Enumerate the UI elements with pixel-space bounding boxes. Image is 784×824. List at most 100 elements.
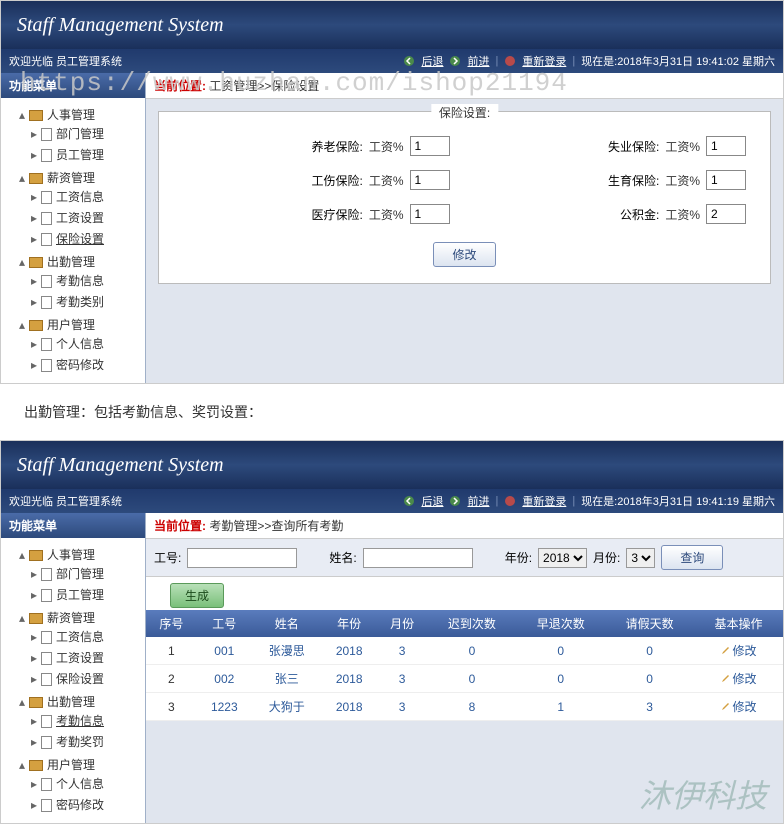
tree-folder-label[interactable]: 人事管理 [47,548,95,562]
tree-item[interactable]: ▸员工管理 [29,584,141,605]
tree-folder[interactable]: ▴ 用户管理▸个人信息▸密码修改 [17,754,141,817]
tree-item-label[interactable]: 保险设置 [56,232,104,246]
medical-unit: 工资% [369,206,404,223]
unemployment-unit: 工资% [665,138,700,155]
table-header: 月份 [377,610,428,637]
tree-item[interactable]: ▸考勤类别 [29,291,141,312]
pension-input[interactable] [410,136,450,156]
topbar: 欢迎光临 员工管理系统 后退 前进 | 重新登录 | 现在是:2018年3月31… [1,49,783,73]
tree-item[interactable]: ▸密码修改 [29,354,141,375]
tree-item[interactable]: ▸工资信息 [29,186,141,207]
tree-item[interactable]: ▸保险设置 [29,228,141,249]
empno-input[interactable] [187,548,297,568]
query-button[interactable]: 查询 [661,545,723,570]
tree-item-label[interactable]: 考勤奖罚 [56,735,104,749]
tree-folder-label[interactable]: 薪资管理 [47,171,95,185]
forward-link[interactable]: 前进 [467,53,489,69]
folder-icon [29,550,43,561]
tree-folder[interactable]: ▴ 出勤管理▸考勤信息▸考勤奖罚 [17,691,141,754]
injury-unit: 工资% [369,172,404,189]
tree-item-label[interactable]: 工资设置 [56,211,104,225]
tree-item[interactable]: ▸员工管理 [29,144,141,165]
tree-leaf-icon: ▸ [29,337,39,351]
tree-toggle-icon[interactable]: ▴ [17,171,27,185]
tree-item-label[interactable]: 考勤信息 [56,274,104,288]
tree-toggle-icon[interactable]: ▴ [17,548,27,562]
tree-toggle-icon[interactable]: ▴ [17,108,27,122]
tree-item-label[interactable]: 工资信息 [56,190,104,204]
unemployment-input[interactable] [706,136,746,156]
tree-item[interactable]: ▸ 个人信息 [29,333,141,354]
tree-item-label[interactable]: 密码修改 [56,798,104,812]
tree-toggle-icon[interactable]: ▴ [17,255,27,269]
tree-folder[interactable]: ▴ 人事管理▸部门管理▸员工管理 [17,104,141,167]
fund-input[interactable] [706,204,746,224]
tree-item[interactable]: ▸工资信息 [29,626,141,647]
tree-folder-label[interactable]: 出勤管理 [47,255,95,269]
tree-folder-label[interactable]: 人事管理 [47,108,95,122]
tree-toggle-icon[interactable]: ▴ [17,318,27,332]
tree-item-label[interactable]: 个人信息 [56,777,104,791]
tree-item[interactable]: ▸工资设置 [29,207,141,228]
tree-item[interactable]: ▸工资设置 [29,647,141,668]
tree-folder-label[interactable]: 出勤管理 [47,695,95,709]
maternity-input[interactable] [706,170,746,190]
tree-item-label[interactable]: 员工管理 [56,588,104,602]
nav-tree: ▴人事管理▸部门管理▸员工管理▴薪资管理▸工资信息▸工资设置▸保险设置▴出勤管理… [1,538,145,823]
tree-folder-label[interactable]: 薪资管理 [47,611,95,625]
edit-link[interactable]: 修改 [721,672,757,686]
table-cell: 1223 [197,693,252,721]
injury-input[interactable] [410,170,450,190]
separator: | [495,495,498,507]
table-cell: 2018 [322,637,377,665]
tree-item[interactable]: ▸保险设置 [29,668,141,689]
tree-toggle-icon[interactable]: ▴ [17,611,27,625]
tree-item-label[interactable]: 密码修改 [56,358,104,372]
tree-item[interactable]: ▸个人信息 [29,773,141,794]
tree-folder-label[interactable]: 用户管理 [47,318,95,332]
tree-item[interactable]: ▸部门管理 [29,123,141,144]
tree-item-label[interactable]: 工资设置 [56,651,104,665]
name-input[interactable] [363,548,473,568]
submit-button[interactable]: 修改 [433,242,495,267]
month-select[interactable]: 3 [626,548,655,568]
tree-item[interactable]: ▸考勤信息 [29,270,141,291]
tree-item-label[interactable]: 考勤类别 [56,295,104,309]
tree-folder[interactable]: ▴ 人事管理 ▸ 部门管理 ▸员工管理 [17,544,141,607]
tree-item-label[interactable]: 部门管理 [56,567,104,581]
tree-item-label[interactable]: 工资信息 [56,630,104,644]
tree-folder[interactable]: ▴ 用户管理 ▸ 个人信息 ▸密码修改 [17,314,141,377]
attendance-table: 序号工号姓名年份月份迟到次数早退次数请假天数基本操作 1001张漫思201830… [146,610,783,721]
table-cell: 001 [197,637,252,665]
folder-icon [29,320,43,331]
year-label: 年份: [505,549,532,566]
tree-item-label[interactable]: 保险设置 [56,672,104,686]
tree-item[interactable]: ▸考勤信息 [29,710,141,731]
tree-item-label[interactable]: 员工管理 [56,148,104,162]
tree-item[interactable]: ▸ 部门管理 [29,563,141,584]
tree-item[interactable]: ▸密码修改 [29,794,141,815]
tree-leaf-icon: ▸ [29,567,39,581]
relogin-link[interactable]: 重新登录 [522,493,566,509]
forward-link[interactable]: 前进 [467,493,489,509]
tree-item[interactable]: ▸考勤奖罚 [29,731,141,752]
medical-input[interactable] [410,204,450,224]
tree-folder-label[interactable]: 用户管理 [47,758,95,772]
edit-link[interactable]: 修改 [721,700,757,714]
year-select[interactable]: 2018 [538,548,587,568]
tree-folder[interactable]: ▴ 薪资管理▸工资信息▸工资设置▸保险设置 [17,167,141,251]
generate-button[interactable]: 生成 [170,583,224,608]
tree-folder[interactable]: ▴ 薪资管理▸工资信息▸工资设置▸保险设置 [17,607,141,691]
tree-item-label[interactable]: 考勤信息 [56,714,104,728]
tree-folder[interactable]: ▴ 出勤管理▸考勤信息▸考勤类别 [17,251,141,314]
empno-label: 工号: [154,549,181,566]
back-link[interactable]: 后退 [421,53,443,69]
tree-item-label[interactable]: 个人信息 [56,337,104,351]
relogin-link[interactable]: 重新登录 [522,53,566,69]
tree-item-label[interactable]: 部门管理 [56,127,104,141]
tree-toggle-icon[interactable]: ▴ [17,758,27,772]
edit-link[interactable]: 修改 [721,644,757,658]
app-shell-insurance: Staff Management System 欢迎光临 员工管理系统 后退 前… [0,0,784,384]
back-link[interactable]: 后退 [421,493,443,509]
tree-toggle-icon[interactable]: ▴ [17,695,27,709]
